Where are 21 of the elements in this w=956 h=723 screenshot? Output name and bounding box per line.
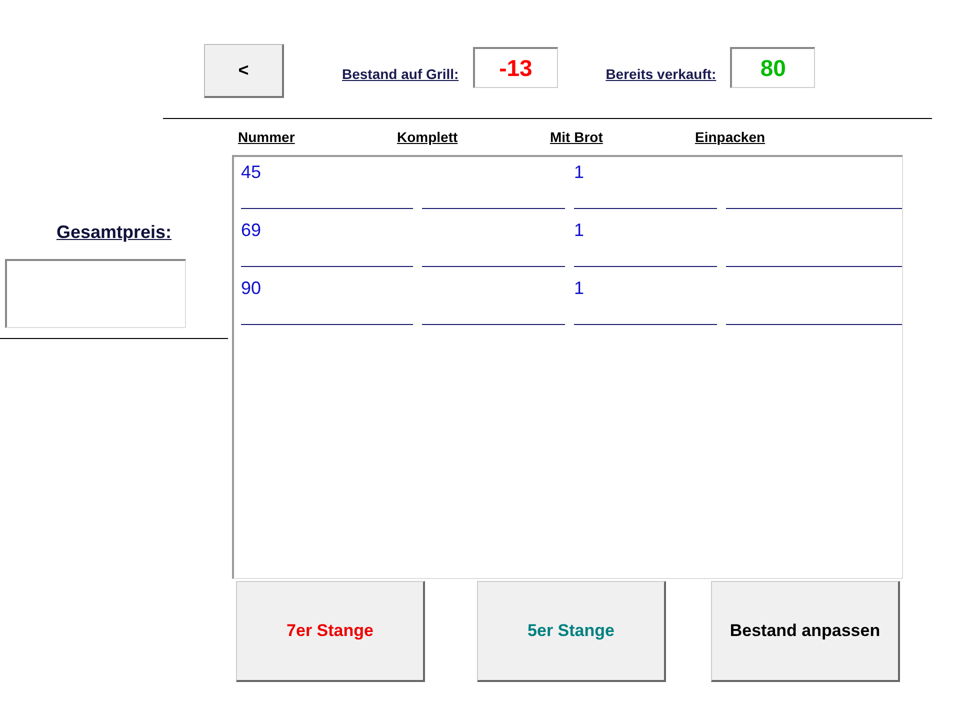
back-button[interactable]: < — [204, 44, 284, 98]
action-button[interactable]: 5er Stange — [477, 581, 666, 682]
column-header: Mit Brot — [550, 129, 604, 145]
total-field[interactable] — [5, 259, 186, 328]
stock-label: Bestand auf Grill: — [342, 66, 459, 82]
list-cell[interactable]: 1 — [574, 273, 717, 325]
list-cell[interactable]: 1 — [574, 215, 717, 267]
list-cell[interactable]: 45 — [241, 157, 413, 209]
stock-field: -13 — [472, 47, 558, 88]
stock-label: Bereits verkauft: — [606, 66, 716, 82]
list-cell[interactable]: 1 — [574, 157, 717, 209]
action-button[interactable]: Bestand anpassen — [711, 581, 900, 682]
action-button[interactable]: 7er Stange — [236, 581, 425, 682]
total-label: Gesamtpreis: — [55, 222, 173, 243]
list-cell[interactable]: 90 — [241, 273, 413, 325]
column-header: Nummer — [238, 129, 296, 145]
list-box[interactable]: 45 1 69 1 90 1 — [232, 155, 903, 579]
list-cell[interactable]: 69 — [241, 215, 413, 267]
stock-field: 80 — [730, 47, 816, 88]
column-header: Einpacken — [695, 129, 766, 145]
column-header: Komplett — [397, 129, 459, 145]
